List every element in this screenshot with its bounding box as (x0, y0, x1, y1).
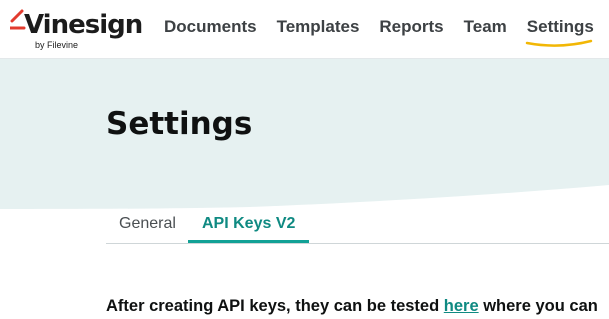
nav-settings[interactable]: Settings (525, 16, 594, 47)
intro-text-end: where you can (478, 296, 598, 315)
nav-reports[interactable]: Reports (379, 16, 443, 42)
tab-api-keys-v2[interactable]: API Keys V2 (188, 214, 310, 243)
page-title: Settings (106, 106, 253, 142)
nav-documents[interactable]: Documents (164, 16, 257, 42)
top-navigation-bar: Vinesign by Filevine Documents Templates… (0, 0, 609, 59)
main-nav: Documents Templates Reports Team Setting… (164, 16, 609, 47)
api-keys-intro-text: After creating API keys, they can be tes… (106, 295, 609, 317)
nav-settings-label: Settings (526, 17, 594, 36)
intro-text-start: After creating API keys, they can be tes… (106, 296, 444, 315)
vinesign-logo[interactable]: Vinesign by Filevine (10, 6, 150, 54)
nav-templates[interactable]: Templates (277, 16, 360, 42)
test-here-link[interactable]: here (444, 297, 479, 315)
logo-subtitle: by Filevine (35, 40, 79, 50)
settings-tabs: General API Keys V2 (106, 206, 609, 244)
active-nav-underline (525, 39, 593, 47)
nav-team[interactable]: Team (464, 16, 507, 42)
hero-background (0, 59, 609, 209)
logo-wordmark: Vinesign (24, 10, 143, 40)
tab-general[interactable]: General (119, 214, 176, 243)
